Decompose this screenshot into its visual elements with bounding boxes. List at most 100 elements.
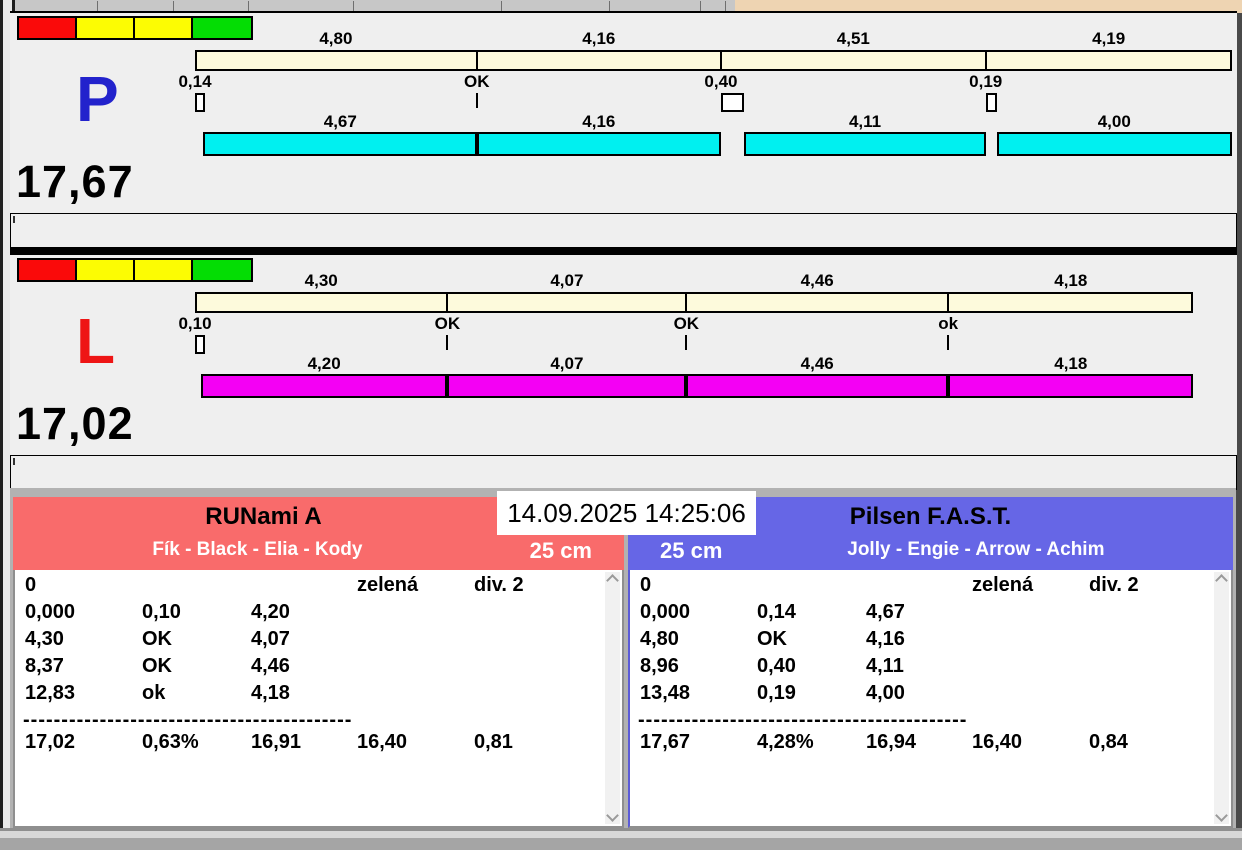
table-cell: 0,14 (757, 601, 796, 624)
table-cell: 0,000 (640, 601, 690, 624)
table-separator: ----------------------------------------… (638, 709, 1211, 731)
split-time-label: 4,07 (550, 271, 583, 291)
run-label-row: 4,67 4,16 4,11 4,00 (10, 112, 1237, 130)
pass-time-label: 0,14 (178, 72, 211, 92)
results-table: 0zelenádiv. 20,0000,104,204,30OK4,078,37… (23, 574, 602, 826)
split-divider (720, 52, 722, 69)
pass-time-label: OK (674, 314, 700, 334)
table-row: 4,30OK4,07 (23, 628, 602, 655)
strip-tick (725, 1, 726, 11)
run-time-label: 4,46 (801, 354, 834, 374)
lane-p-status-strip (10, 213, 1237, 248)
table-cell: 16,40 (972, 731, 1022, 754)
split-label-row: 4,304,074,464,18 (10, 271, 1237, 289)
scroll-down-icon[interactable] (606, 809, 619, 822)
table-cell: 13,48 (640, 682, 690, 705)
split-divider (985, 52, 987, 69)
cursor-tick (13, 216, 15, 223)
run-label-row: 4,204,074,464,18 (10, 354, 1237, 372)
team-panel-right: Pilsen F.A.S.T. Jolly - Engie - Arrow - … (628, 497, 1233, 828)
jump-height-badge: 25 cm (530, 538, 592, 564)
team-panel-left: RUNami A Fík - Black - Elia - Kody 25 cm… (13, 497, 624, 828)
table-cell: 16,91 (251, 731, 301, 754)
run-bar-row (10, 132, 1237, 156)
scroll-up-icon[interactable] (1215, 574, 1228, 587)
run-segment (203, 132, 477, 156)
table-cell: 4,80 (640, 628, 679, 651)
run-time-label: 4,00 (1098, 112, 1131, 132)
pass-window-box (986, 93, 997, 112)
pass-ok-tick (476, 93, 478, 108)
table-cell: div. 2 (474, 574, 524, 597)
run-time-label: 4,16 (582, 112, 615, 132)
table-row: 4,80OK4,16 (638, 628, 1211, 655)
jump-height-badge: 25 cm (660, 538, 722, 564)
table-cell: 4,28% (757, 731, 814, 754)
table-row: 0zelenádiv. 2 (23, 574, 602, 601)
pass-ok-tick (685, 335, 687, 350)
table-cell: OK (142, 628, 172, 651)
table-cell: 8,96 (640, 655, 679, 678)
results-table: 0zelenádiv. 20,0000,144,674,80OK4,168,96… (638, 574, 1211, 826)
strip-tick (97, 1, 98, 11)
run-time-label: 4,67 (324, 112, 357, 132)
pass-time-label: 0,10 (178, 314, 211, 334)
split-time-label: 4,80 (319, 29, 352, 49)
pass-window-box (721, 93, 744, 112)
table-cell: 0,63% (142, 731, 199, 754)
scroll-down-icon[interactable] (1215, 809, 1228, 822)
table-cell: 4,30 (25, 628, 64, 651)
split-divider (685, 294, 687, 311)
split-time-label: 4,51 (837, 29, 870, 49)
table-cell: 16,40 (357, 731, 407, 754)
run-bar-row (10, 374, 1237, 398)
table-cell: 4,11 (866, 655, 904, 678)
table-cell: 0,84 (1089, 731, 1128, 754)
pass-time-label: OK (435, 314, 461, 334)
split-divider (476, 52, 478, 69)
table-cell: 0,40 (757, 655, 796, 678)
pass-label-row: 0,14OK0,400,19 (10, 72, 1237, 90)
table-cell: 17,67 (640, 731, 690, 754)
pass-time-label: 0,40 (704, 72, 737, 92)
table-row: 17,020,63%16,9116,400,81 (23, 731, 602, 758)
pass-window-box (195, 335, 205, 354)
run-time-label: 4,20 (308, 354, 341, 374)
pass-label-row: 0,10OKOKok (10, 314, 1237, 332)
team-name: RUNami A (13, 503, 514, 531)
scroll-up-icon[interactable] (606, 574, 619, 587)
split-bar (195, 292, 1193, 313)
run-time-label: 4,18 (1054, 354, 1087, 374)
table-cell: 4,16 (866, 628, 905, 651)
scrollbar[interactable] (605, 572, 620, 824)
strip-tick (609, 1, 610, 11)
cursor-tick (13, 458, 15, 465)
table-cell: ok (142, 682, 165, 705)
team-dogs: Fík - Black - Elia - Kody (13, 539, 502, 561)
run-time-label: 4,11 (849, 112, 881, 132)
table-cell: 0,19 (757, 682, 796, 705)
table-cell: 16,94 (866, 731, 916, 754)
scrollbar[interactable] (1214, 572, 1229, 824)
lane-total-time: 17,02 (16, 398, 134, 450)
team-results-left: 0zelenádiv. 20,0000,104,204,30OK4,078,37… (13, 570, 624, 828)
split-label-row: 4,804,164,514,19 (10, 29, 1237, 47)
table-cell: 12,83 (25, 682, 75, 705)
table-cell: 0 (25, 574, 36, 597)
run-segment (744, 132, 985, 156)
table-row: 0zelenádiv. 2 (638, 574, 1211, 601)
table-row: 8,37OK4,46 (23, 655, 602, 682)
run-segment (686, 374, 948, 398)
timestamp: 14.09.2025 14:25:06 (497, 491, 756, 535)
table-row: 8,96 0,40 4,11 (638, 655, 1211, 682)
table-cell: 0,10 (142, 601, 181, 624)
table-cell: 8,37 (25, 655, 64, 678)
table-cell: 0,81 (474, 731, 513, 754)
strip-tick (700, 1, 701, 11)
lane-total-time: 17,67 (16, 156, 134, 208)
pass-time-label: 0,19 (969, 72, 1002, 92)
split-time-label: 4,46 (801, 271, 834, 291)
team-dogs: Jolly - Engie - Arrow - Achim (719, 539, 1233, 561)
split-divider (947, 294, 949, 311)
split-time-label: 4,30 (305, 271, 338, 291)
